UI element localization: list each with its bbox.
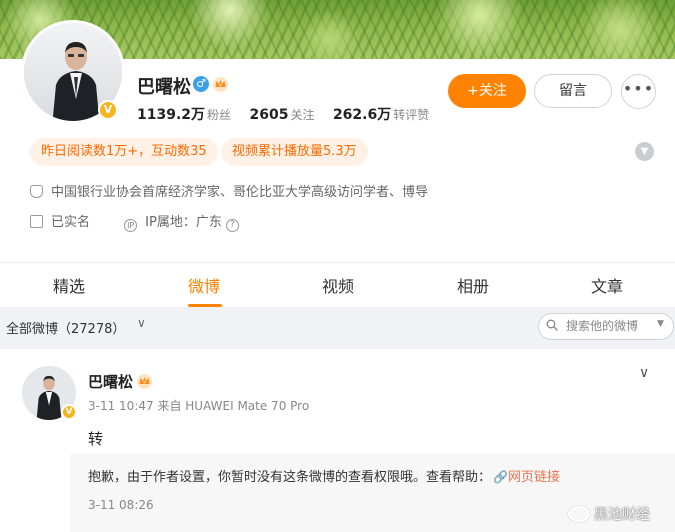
search-icon — [546, 319, 558, 331]
followers-count[interactable]: 1139.2万 — [137, 107, 205, 123]
bio-row: 中国银行业协会首席经济学家、哥伦比亚大学高级访问学者、博导 — [30, 181, 428, 200]
ip-location: IP属地：广东 — [145, 215, 222, 230]
link-icon: 🔗 — [493, 470, 508, 484]
profile-name: 巴曙松 — [137, 77, 191, 98]
search-input[interactable]: 搜索他的微博 — [538, 313, 674, 340]
follow-button[interactable]: +关注 — [448, 74, 526, 108]
caret-down-icon[interactable]: ▼ — [657, 319, 664, 329]
active-tab-indicator — [188, 304, 222, 307]
engagement-label: 转评赞 — [393, 108, 430, 122]
shield-icon — [30, 185, 43, 198]
video-stats-tag[interactable]: 视频累计播放量5.3万 — [221, 138, 368, 166]
engagement-count: 262.6万 — [332, 107, 392, 123]
tab-featured[interactable]: 精选 — [53, 273, 85, 297]
following-label: 关注 — [290, 108, 315, 122]
verified-text: 已实名 — [51, 215, 91, 230]
chevron-down-icon[interactable]: ∨ — [639, 365, 649, 381]
watermark-text: 黑池财经 — [594, 507, 650, 523]
post-source: 来自 HUAWEI Mate 70 Pro — [157, 399, 310, 413]
following-count[interactable]: 2605 — [250, 107, 289, 123]
tab-video[interactable]: 视频 — [322, 273, 354, 297]
vip-crown-icon[interactable] — [136, 373, 153, 389]
identity-row: 已实名 IP IP属地：广东? — [30, 211, 239, 232]
quoted-post-text: 抱歉，由于作者设置，你暂时没有这条微博的查看权限哦。查看帮助： 🔗网页链接 — [88, 466, 560, 485]
followers-label: 粉丝 — [207, 108, 232, 122]
help-icon[interactable]: ? — [225, 219, 239, 232]
quoted-post-time[interactable]: 3-11 08:26 — [88, 498, 154, 512]
weibo-logo-icon — [568, 506, 590, 522]
chevron-down-icon[interactable]: ▼ — [635, 142, 654, 161]
vip-crown-icon[interactable] — [212, 76, 229, 92]
male-icon: ♂ — [193, 76, 209, 92]
tab-album[interactable]: 相册 — [457, 273, 489, 297]
profile-tabs: 精选 微博 视频 相册 文章 — [0, 262, 675, 307]
profile-stats: 1139.2万 粉丝 2605 关注 262.6万 转评赞 — [137, 104, 443, 124]
ip-icon: IP — [124, 219, 138, 232]
tab-weibo[interactable]: 微博 — [188, 273, 220, 297]
more-options-button[interactable]: ••• — [621, 74, 656, 109]
bio-text: 中国银行业协会首席经济学家、哥伦比亚大学高级访问学者、博导 — [51, 185, 429, 200]
chevron-down-icon[interactable]: ∨ — [137, 316, 146, 330]
web-link[interactable]: 网页链接 — [508, 470, 560, 485]
all-posts-filter[interactable]: 全部微博（27278） — [6, 318, 125, 337]
permission-notice: 抱歉，由于作者设置，你暂时没有这条微博的查看权限哦。查看帮助： — [88, 470, 492, 485]
verified-badge-icon: V — [61, 404, 77, 420]
verified-badge-icon: V — [98, 100, 118, 120]
post-meta: 3-11 10:47 来自 HUAWEI Mate 70 Pro — [88, 397, 309, 414]
message-button[interactable]: 留言 — [534, 74, 612, 108]
post-time[interactable]: 3-11 10:47 — [88, 399, 154, 413]
tab-article[interactable]: 文章 — [591, 273, 623, 297]
watermark: 黑池财经 — [568, 504, 650, 524]
reading-stats-tag[interactable]: 昨日阅读数1万+，互动数35 — [30, 138, 218, 166]
post-text: 转 — [88, 430, 104, 448]
post-author[interactable]: 巴曙松 — [88, 371, 133, 392]
profile-card: V 巴曙松 ♂ 1139.2万 粉丝 2605 关注 262.6万 转评赞 +关注 留… — [0, 0, 675, 307]
id-card-icon — [30, 215, 43, 228]
